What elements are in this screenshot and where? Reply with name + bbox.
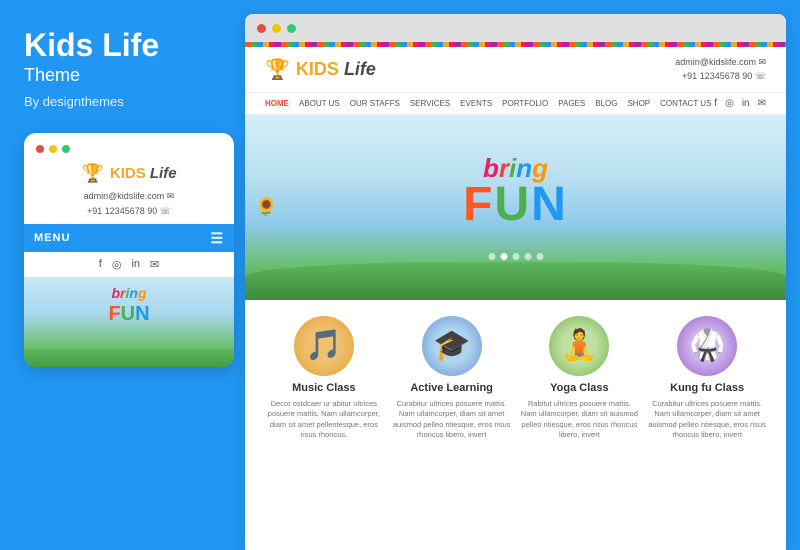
theme-author: By designthemes <box>24 94 221 109</box>
site-phone: +91 12345678 90 ☏ <box>675 69 766 83</box>
class-avatar-learning: 🎓 <box>422 316 482 376</box>
class-item-kungfu: 🥋 Kung fu Class Curabitur ultrices posue… <box>648 316 766 441</box>
nav-blog[interactable]: BLOG <box>595 99 617 108</box>
theme-title: Kids Life <box>24 28 221 63</box>
theme-subtitle: Theme <box>24 65 221 86</box>
class-name-music: Music Class <box>265 382 383 394</box>
site-header: 🏆 KIDS Life admin@kidslife.com ✉ +91 123… <box>245 47 786 93</box>
mobile-preview-card: 🏆 KIDS Life admin@kidslife.com ✉ +91 123… <box>24 133 234 367</box>
site-hero: 🌻 bring FUN <box>245 115 786 300</box>
hero-carousel-dots <box>488 253 543 260</box>
mobile-dot-yellow <box>49 145 57 153</box>
site-email: admin@kidslife.com ✉ <box>675 55 766 69</box>
hero-dot-3[interactable] <box>512 253 519 260</box>
nav-home[interactable]: HOME <box>265 99 289 108</box>
class-desc-learning: Curabitur ultrices posuere mattis. Nam u… <box>393 399 511 441</box>
browser-dot-yellow <box>272 24 281 33</box>
class-item-learning: 🎓 Active Learning Curabitur ultrices pos… <box>393 316 511 441</box>
nav-events[interactable]: EVENTS <box>460 99 492 108</box>
mobile-dot-green <box>62 145 70 153</box>
mobile-menu-label: MENU <box>34 232 70 244</box>
class-desc-yoga: Rabitut ultrices posuere mattis. Nam ull… <box>521 399 639 441</box>
browser-content: 🏆 KIDS Life admin@kidslife.com ✉ +91 123… <box>245 42 786 550</box>
nav-facebook-icon[interactable]: f <box>714 98 717 109</box>
sun-icon: 🌻 <box>255 197 277 218</box>
mobile-email: admin@kidslife.com ✉ <box>34 189 224 203</box>
classes-section: 🎵 Music Class Decor ostdcaer ur abitur u… <box>245 300 786 550</box>
nav-pages[interactable]: PAGES <box>558 99 585 108</box>
site-logo-text: KIDS Life <box>296 59 376 80</box>
social-facebook-icon[interactable]: f <box>99 258 102 271</box>
classes-grid: 🎵 Music Class Decor ostdcaer ur abitur u… <box>265 316 766 441</box>
nav-instagram-icon[interactable]: ◎ <box>725 98 734 109</box>
social-email-icon[interactable]: ✉ <box>150 258 159 271</box>
hamburger-icon: ☰ <box>210 231 224 245</box>
hero-dot-5[interactable] <box>536 253 543 260</box>
site-nav-social: f ◎ in ✉ <box>714 98 766 109</box>
hero-dot-4[interactable] <box>524 253 531 260</box>
left-panel: Kids Life Theme By designthemes 🏆 KIDS L… <box>0 0 245 550</box>
class-avatar-yoga: 🧘 <box>549 316 609 376</box>
mobile-dot-red <box>36 145 44 153</box>
mobile-menu-bar[interactable]: MENU ☰ <box>24 224 234 252</box>
browser-dot-green <box>287 24 296 33</box>
browser-preview: 🏆 KIDS Life admin@kidslife.com ✉ +91 123… <box>245 14 786 550</box>
mobile-life-text: Life <box>150 165 177 182</box>
class-avatar-kungfu: 🥋 <box>677 316 737 376</box>
browser-dot-red <box>257 24 266 33</box>
mobile-logo-row: 🏆 KIDS Life <box>34 163 224 184</box>
hero-grass-strip <box>245 262 786 300</box>
site-contact-info: admin@kidslife.com ✉ +91 12345678 90 ☏ <box>675 55 766 84</box>
site-nav-links: HOME ABOUT US OUR STAFFS SERVICES EVENTS… <box>265 99 711 108</box>
class-name-learning: Active Learning <box>393 382 511 394</box>
class-item-yoga: 🧘 Yoga Class Rabitut ultrices posuere ma… <box>521 316 639 441</box>
hero-dot-2[interactable] <box>500 253 507 260</box>
mobile-hero: bring FUN <box>24 277 234 367</box>
hero-dot-1[interactable] <box>488 253 495 260</box>
social-linkedin-icon[interactable]: in <box>131 258 140 271</box>
nav-portfolio[interactable]: PORTFOLIO <box>502 99 548 108</box>
social-instagram-icon[interactable]: ◎ <box>112 258 122 271</box>
site-logo-row: 🏆 KIDS Life <box>265 57 376 82</box>
class-name-yoga: Yoga Class <box>521 382 639 394</box>
mobile-kids-text: KIDS <box>110 165 146 182</box>
class-item-music: 🎵 Music Class Decor ostdcaer ur abitur u… <box>265 316 383 441</box>
nav-contact[interactable]: CONTACT US <box>660 99 711 108</box>
site-kids-text: KIDS <box>296 59 339 79</box>
site-life-text: Life <box>344 59 376 79</box>
mobile-contact: admin@kidslife.com ✉ +91 12345678 90 ☏ <box>34 189 224 218</box>
mobile-grass-strip <box>24 349 234 367</box>
hero-bring-fun-text: bring FUN <box>463 155 568 229</box>
mobile-social-row: f ◎ in ✉ <box>34 252 224 277</box>
nav-staffs[interactable]: OUR STAFFS <box>350 99 400 108</box>
mobile-phone: +91 12345678 90 ☏ <box>34 204 224 218</box>
site-trophy-icon: 🏆 <box>265 57 290 82</box>
mobile-window-dots <box>34 145 224 153</box>
mobile-bring-text: bring <box>111 285 146 301</box>
mobile-logo-text: KIDS Life <box>110 165 177 182</box>
nav-linkedin-icon[interactable]: in <box>742 98 750 109</box>
nav-services[interactable]: SERVICES <box>410 99 450 108</box>
nav-email-icon[interactable]: ✉ <box>758 98 766 109</box>
class-name-kungfu: Kung fu Class <box>648 382 766 394</box>
nav-about[interactable]: ABOUT US <box>299 99 340 108</box>
class-desc-kungfu: Curabitur ultrices posuere mattis. Nam u… <box>648 399 766 441</box>
mobile-trophy-icon: 🏆 <box>81 163 103 184</box>
class-avatar-music: 🎵 <box>294 316 354 376</box>
nav-shop[interactable]: SHOP <box>627 99 650 108</box>
browser-chrome-bar <box>245 14 786 42</box>
site-nav: HOME ABOUT US OUR STAFFS SERVICES EVENTS… <box>245 93 786 115</box>
hero-fun-word: FUN <box>463 181 568 229</box>
mobile-fun-text: FUN <box>108 303 149 325</box>
class-desc-music: Decor ostdcaer ur abitur ultrices posuer… <box>265 399 383 441</box>
mobile-bring-fun: bring FUN <box>108 285 149 325</box>
